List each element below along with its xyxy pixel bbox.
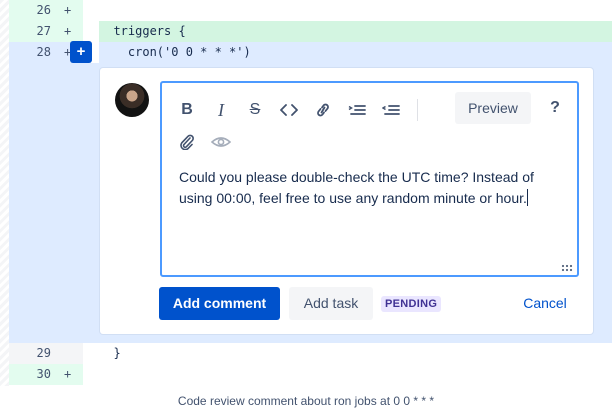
line-gutter: 26 +: [9, 0, 83, 21]
link-button[interactable]: [312, 99, 334, 121]
eye-icon: [211, 137, 231, 147]
cancel-button[interactable]: Cancel: [515, 287, 575, 320]
added-marker: +: [64, 3, 72, 17]
diff-line[interactable]: 29 }: [9, 343, 612, 364]
code-content: [99, 0, 612, 21]
toolbar-divider: [417, 99, 418, 121]
strikethrough-button[interactable]: S: [244, 99, 266, 121]
comment-editor[interactable]: B I S Preview ? Could you please double-…: [160, 81, 579, 277]
bold-button[interactable]: B: [176, 99, 198, 121]
line-number: 28: [36, 45, 51, 59]
code-content: }: [99, 343, 612, 364]
line-number: 27: [36, 24, 51, 38]
code-button[interactable]: [278, 99, 300, 121]
outdent-icon: [382, 105, 400, 115]
attach-file-button[interactable]: [176, 131, 198, 153]
link-icon: [317, 103, 329, 117]
add-comment-button[interactable]: Add comment: [159, 287, 280, 320]
outdent-button[interactable]: [380, 99, 402, 121]
indent-icon: [348, 105, 366, 115]
comment-text-area[interactable]: Could you please double-check the UTC ti…: [179, 167, 569, 209]
diff-line-selected[interactable]: 28 + cron('0 0 * * *'): [9, 42, 612, 63]
plus-icon: +: [76, 43, 86, 60]
italic-button[interactable]: I: [210, 99, 232, 121]
add-task-button[interactable]: Add task: [289, 287, 373, 320]
line-number: 26: [36, 3, 51, 17]
line-gutter: 29: [9, 343, 83, 364]
mention-button[interactable]: [210, 131, 232, 153]
code-content: triggers {: [99, 21, 612, 42]
resize-handle[interactable]: [561, 264, 573, 272]
text-caret: [526, 189, 528, 206]
added-marker: +: [64, 367, 72, 381]
line-number: 30: [36, 367, 51, 381]
user-avatar: [115, 83, 149, 117]
diff-line[interactable]: 30 +: [9, 364, 612, 385]
pending-status-badge: PENDING: [381, 296, 442, 312]
diff-edge-hatch: [0, 0, 9, 386]
indent-button[interactable]: [346, 99, 368, 121]
line-gutter: 30 +: [9, 364, 83, 385]
comment-text: Could you please double-check the UTC ti…: [179, 169, 534, 206]
code-content: [99, 364, 612, 385]
add-comment-plus-button[interactable]: +: [70, 41, 92, 63]
line-number: 29: [36, 346, 51, 360]
diff-line[interactable]: 26 +: [9, 0, 612, 21]
image-caption: Code review comment about ron jobs at 0 …: [177, 394, 435, 408]
code-icon: [280, 104, 298, 116]
code-content: cron('0 0 * * *'): [99, 42, 612, 63]
help-button[interactable]: ?: [544, 92, 566, 124]
line-gutter: 27 +: [9, 21, 83, 42]
diff-line[interactable]: 27 + triggers {: [9, 21, 612, 42]
preview-button[interactable]: Preview: [455, 92, 531, 124]
added-marker: +: [64, 24, 72, 38]
paperclip-icon: [180, 134, 194, 150]
